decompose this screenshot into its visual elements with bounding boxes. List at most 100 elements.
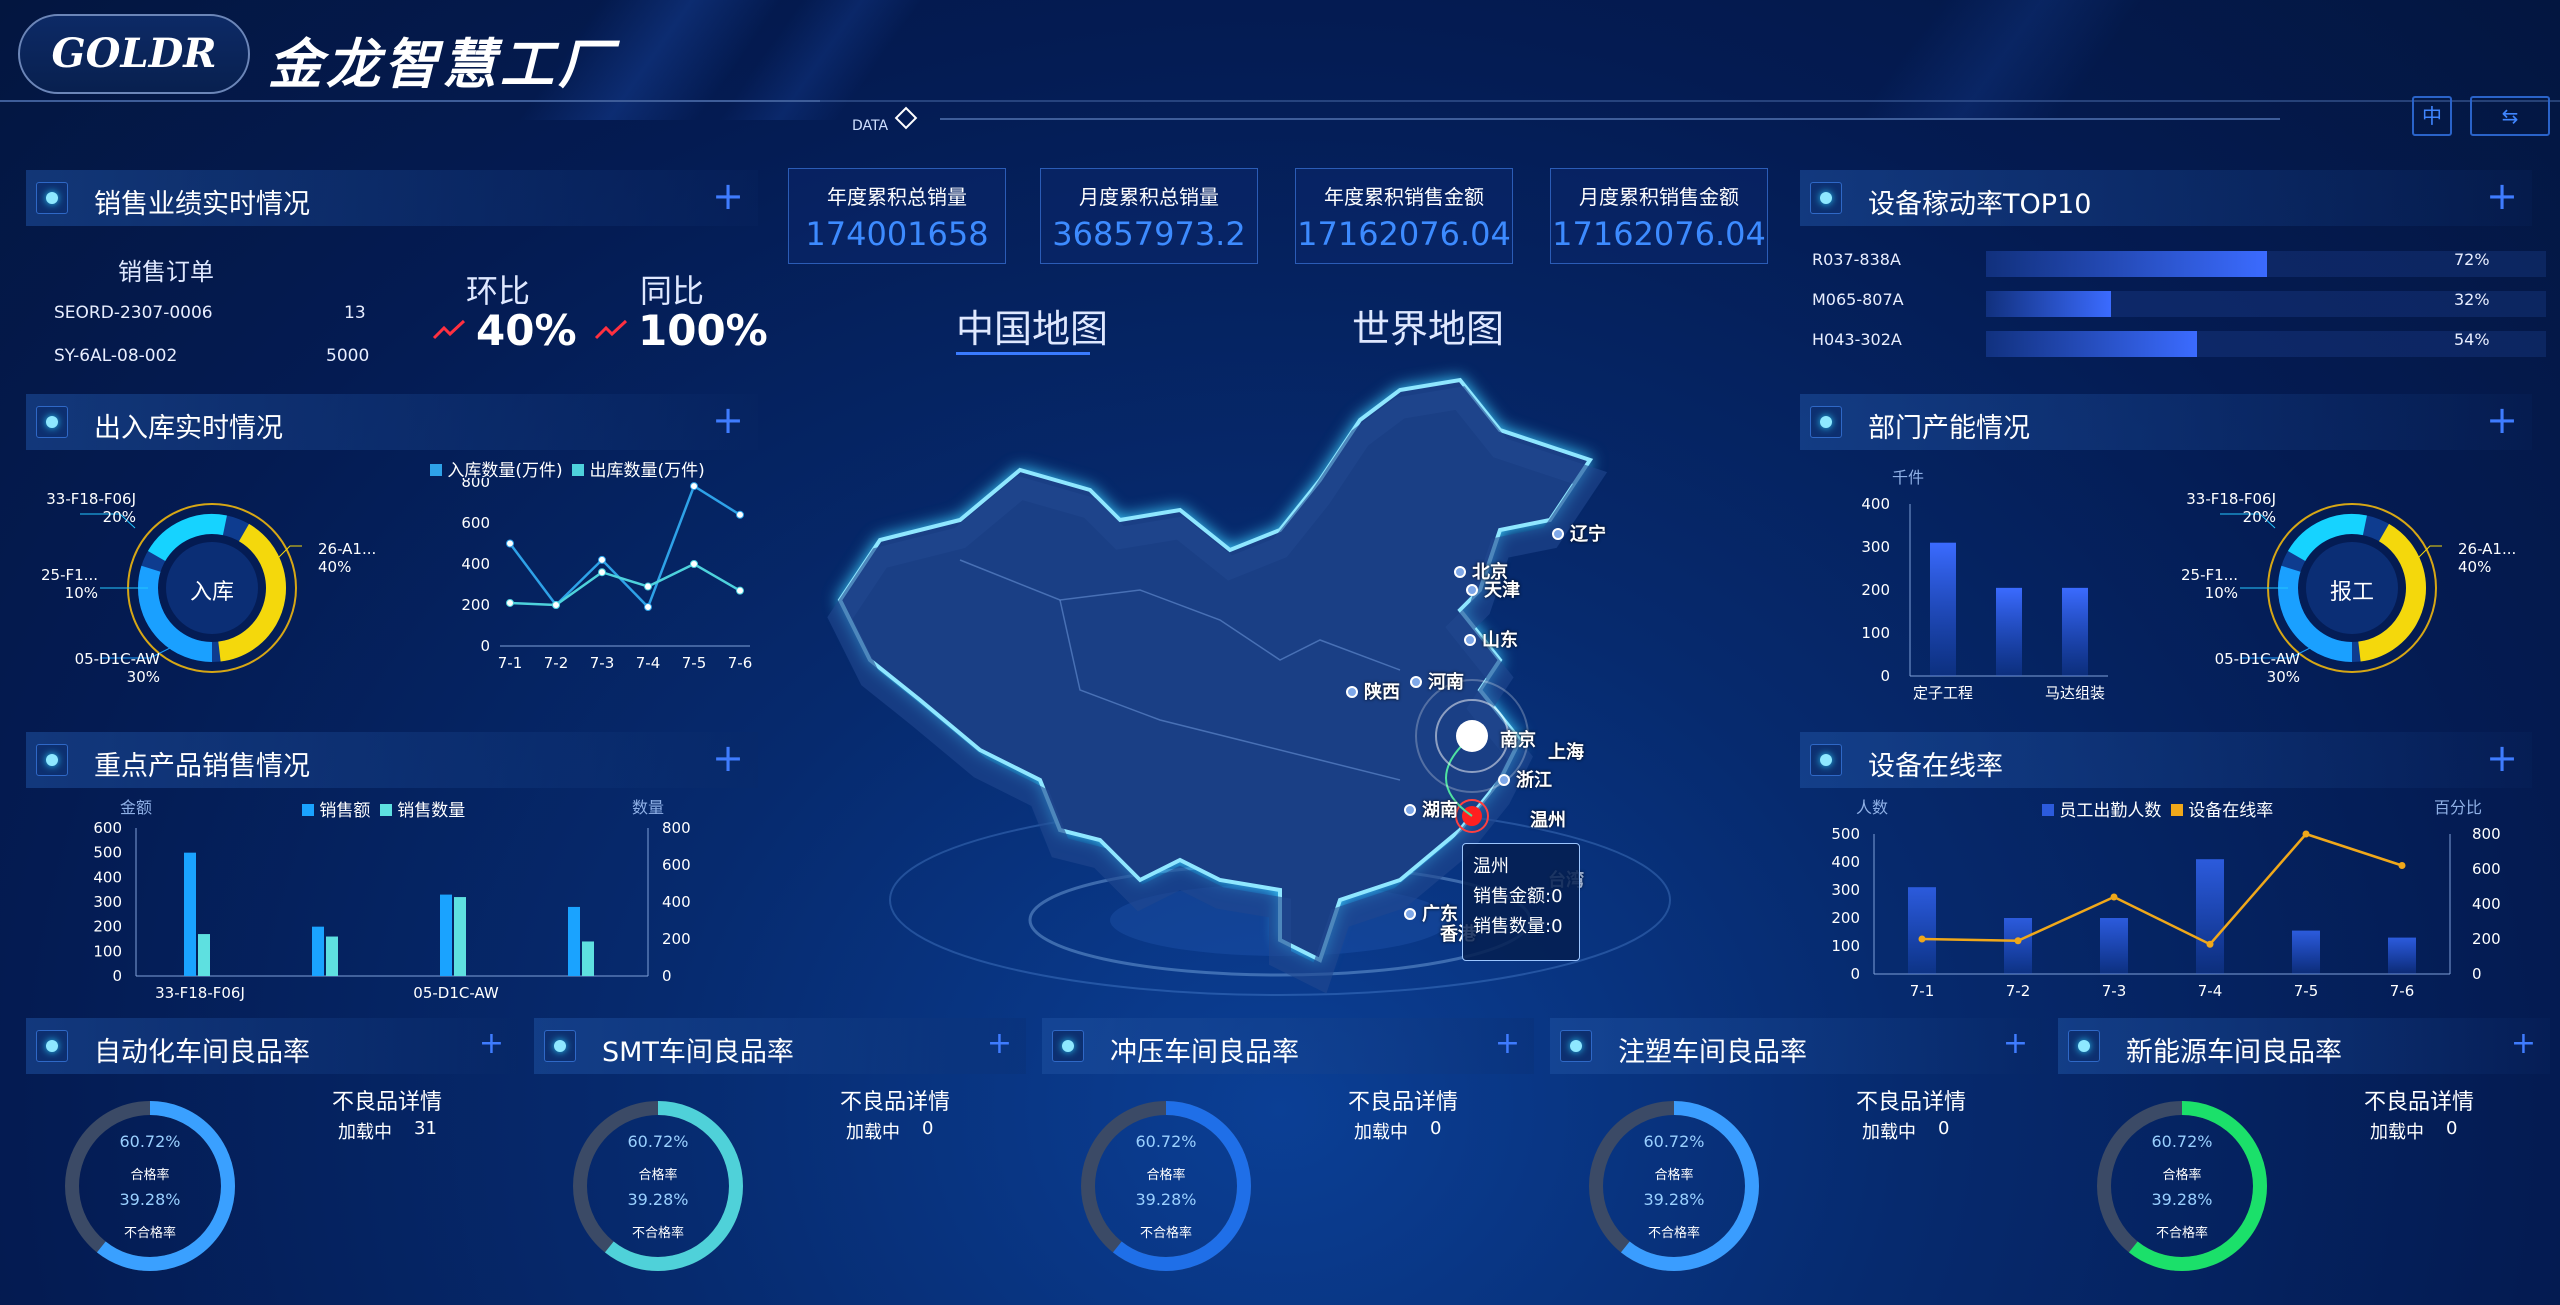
pass-rate: 60.72% [1643, 1132, 1705, 1151]
fail-rate: 39.28% [2151, 1190, 2213, 1209]
tick-label: 200 [461, 596, 490, 614]
tick-label: 7-5 [2294, 982, 2319, 1000]
city-marker[interactable] [1466, 584, 1478, 596]
plus-icon[interactable]: + [479, 1024, 504, 1064]
plus-icon[interactable]: + [2003, 1024, 2028, 1064]
plus-icon[interactable]: + [2486, 176, 2518, 216]
tick-label: 200 [93, 918, 122, 936]
plus-icon[interactable]: + [2486, 738, 2518, 778]
header-line [940, 118, 2280, 120]
fail-label: 不合格率 [2155, 1226, 2208, 1241]
tab-china-map[interactable]: 中国地图 [956, 298, 1108, 353]
bar [582, 941, 594, 976]
data-point [690, 560, 698, 568]
panel-title: 冲压车间良品率 [1110, 1037, 1299, 1068]
segment-label: 25-F1... 10% [41, 566, 98, 602]
bullet-icon [2068, 1030, 2100, 1062]
progress-bar [1986, 291, 2111, 317]
panel-header-dept: 部门产能情况 + [1800, 394, 2532, 450]
city-marker[interactable] [1498, 774, 1510, 786]
tick-label: 300 [93, 893, 122, 911]
switch-icon[interactable]: ⇆ [2470, 96, 2550, 136]
fail-label: 不合格率 [123, 1226, 176, 1241]
fail-rate: 39.28% [119, 1190, 181, 1209]
plus-icon[interactable]: + [987, 1024, 1012, 1064]
tab-underline [956, 352, 1090, 355]
segment-label: 26-A1... 40% [318, 540, 377, 576]
tick-label: 400 [662, 893, 691, 911]
tick-label: 0 [480, 637, 490, 655]
quality-panel: 冲压车间良品率 +60.72% 合格率 39.28% 不合格率 不良品详情 加载中 0 [1042, 1018, 1534, 1298]
bar [2292, 930, 2320, 974]
equipment-pct: 72% [2454, 250, 2490, 269]
city-marker[interactable] [1552, 528, 1564, 540]
city-marker[interactable] [1404, 908, 1416, 920]
plus-icon[interactable]: + [712, 176, 744, 216]
pass-label: 合格率 [638, 1168, 678, 1183]
panel-header-equipment: 设备稼动率TOP10 + [1800, 170, 2532, 226]
pass-label: 合格率 [130, 1168, 170, 1183]
tick-label: 7-4 [636, 654, 661, 672]
city-marker[interactable] [1464, 634, 1476, 646]
defect-detail-link[interactable]: 不良品详情 [1348, 1084, 1458, 1116]
series-line [508, 484, 741, 610]
data-point [2398, 862, 2406, 869]
panel-header-quality: 注塑车间良品率 + [1550, 1018, 2042, 1074]
panel-header-quality: 冲压车间良品率 + [1042, 1018, 1534, 1074]
bullet-icon [1052, 1030, 1084, 1062]
panel-title: 设备稼动率TOP10 [1868, 189, 2092, 220]
tooltip-amount: 销售金额:0 [1473, 886, 1563, 907]
tick-label: 600 [461, 514, 490, 532]
tooltip-qty: 销售数量:0 [1473, 916, 1563, 937]
yoy-value: 100% [638, 306, 768, 355]
data-point [690, 482, 698, 491]
tick-label: 7-3 [590, 654, 615, 672]
tick-label: 800 [461, 478, 490, 491]
china-map[interactable] [760, 360, 1800, 1000]
bar [184, 852, 196, 976]
tick-label: 800 [662, 819, 691, 837]
plus-icon[interactable]: + [2511, 1024, 2536, 1064]
tick-label: 300 [1831, 881, 1860, 899]
plus-icon[interactable]: + [712, 400, 744, 440]
panel-title: 重点产品销售情况 [94, 751, 310, 782]
products-bar-chart: 0 100 200 300 400 500 600 0 200 400 600 800 33-F18-F… [93, 819, 691, 1002]
defect-detail-link[interactable]: 不良品详情 [332, 1084, 442, 1116]
city-label: 上海 [1548, 742, 1584, 763]
progress-bar [1986, 251, 2267, 277]
plus-icon[interactable]: + [712, 738, 744, 778]
quality-panel: 自动化车间良品率 +60.72% 合格率 39.28% 不合格率 不良品详情 加载中 31 [26, 1018, 518, 1298]
data-point [736, 586, 744, 595]
fail-rate: 39.28% [627, 1190, 689, 1209]
data-point [598, 555, 606, 564]
city-marker[interactable] [1346, 686, 1358, 698]
equipment-pct: 54% [2454, 330, 2490, 349]
plus-icon[interactable]: + [2486, 400, 2518, 440]
kpi-card: 月度累积销售金额 17162076.04 [1550, 168, 1768, 264]
city-marker[interactable] [1404, 804, 1416, 816]
axis-label: 人数 [1856, 798, 1889, 817]
defect-detail-link[interactable]: 不良品详情 [840, 1084, 950, 1116]
panel-header-warehouse: 出入库实时情况 + [26, 394, 758, 450]
bullet-icon [1560, 1030, 1592, 1062]
panel-header-quality: SMT车间良品率 + [534, 1018, 1026, 1074]
order-qty: 13 [344, 303, 366, 323]
tick-label: 200 [2472, 930, 2501, 948]
trend-up-icon [432, 319, 466, 340]
tick-label: 7-2 [544, 654, 569, 672]
segment-label: 26-A1... 40% [2458, 540, 2517, 576]
translate-icon[interactable]: 中 [2412, 96, 2452, 136]
city-marker[interactable] [1410, 676, 1422, 688]
trend-up-icon [594, 319, 628, 340]
bar [2062, 587, 2088, 676]
defect-count: 0 [2446, 1118, 2458, 1139]
segment-label: 33-F18-F06J 20% [46, 490, 136, 526]
bullet-icon [1810, 744, 1842, 776]
data-label: DATA [852, 118, 889, 134]
bar [440, 894, 452, 976]
city-marker[interactable] [1454, 566, 1466, 578]
tab-world-map[interactable]: 世界地图 [1352, 298, 1504, 353]
defect-detail-link[interactable]: 不良品详情 [2364, 1084, 2474, 1116]
plus-icon[interactable]: + [1495, 1024, 1520, 1064]
defect-detail-link[interactable]: 不良品详情 [1856, 1084, 1966, 1116]
